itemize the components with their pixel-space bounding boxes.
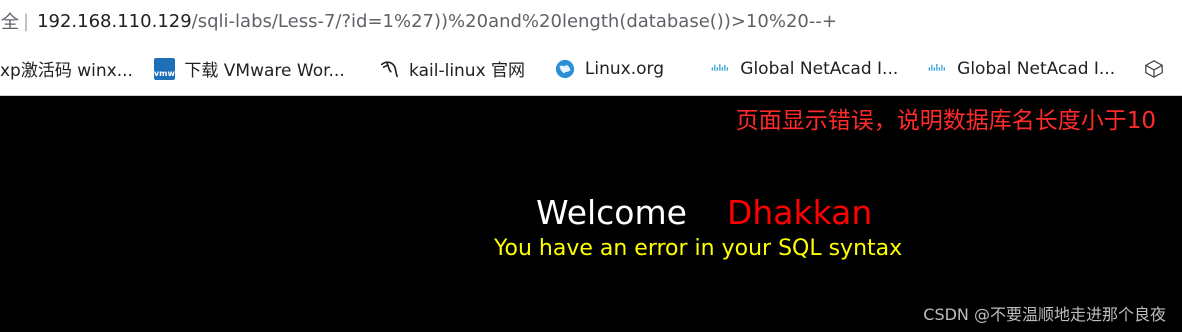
bookmark-vmware-download[interactable]: vmw 下载 VMware Wor... <box>153 42 379 95</box>
bookmarks-bar: xp激活码 winx... vmw 下载 VMware Wor... kail-… <box>0 42 1182 96</box>
bookmark-label: xp激活码 winx... <box>0 61 133 81</box>
bookmark-label: 下载 VMware Wor... <box>184 61 345 81</box>
bookmark-kali-linux[interactable]: kail-linux 官网 <box>379 42 555 95</box>
bookmark-more[interactable] <box>1144 42 1182 95</box>
bookmark-xp-activation[interactable]: xp激活码 winx... <box>0 42 154 95</box>
bookmark-global-netacad-2[interactable]: Global NetAcad I... <box>927 42 1144 95</box>
sql-error-message: You have an error in your SQL syntax <box>494 236 903 261</box>
cisco-icon <box>927 59 947 79</box>
security-label[interactable]: 全 <box>1 8 19 34</box>
cisco-icon <box>710 59 730 79</box>
welcome-text: Welcome <box>536 193 687 232</box>
bookmark-label: kail-linux 官网 <box>409 61 526 81</box>
csdn-watermark: CSDN @不要温顺地走进那个良夜 <box>923 305 1166 324</box>
vmware-icon: vmw <box>153 57 175 80</box>
kali-dragon-icon <box>379 59 399 79</box>
bookmark-label: Global NetAcad I... <box>957 58 1116 79</box>
address-divider: | <box>23 10 30 32</box>
cube-icon <box>1144 59 1164 79</box>
url-path[interactable]: /sqli-labs/Less-7/?id=1%27))%20and%20len… <box>192 11 837 32</box>
address-bar[interactable]: 全 | 192.168.110.129/sqli-labs/Less-7/?id… <box>0 0 1182 42</box>
bookmark-global-netacad-1[interactable]: Global NetAcad I... <box>710 42 927 95</box>
bookmark-label: Global NetAcad I... <box>740 58 899 79</box>
annotation-text: 页面显示错误，说明数据库名长度小于10 <box>735 108 1156 134</box>
bookmark-linux-org[interactable]: Linux.org <box>555 42 710 95</box>
globe-icon <box>555 59 575 79</box>
bookmark-label: Linux.org <box>584 58 664 79</box>
page-content: 页面显示错误，说明数据库名长度小于10 Welcome Dhakkan You h… <box>0 97 1182 332</box>
username-text: Dhakkan <box>726 193 873 232</box>
url-host[interactable]: 192.168.110.129 <box>37 11 192 32</box>
welcome-line: Welcome Dhakkan <box>536 193 872 232</box>
